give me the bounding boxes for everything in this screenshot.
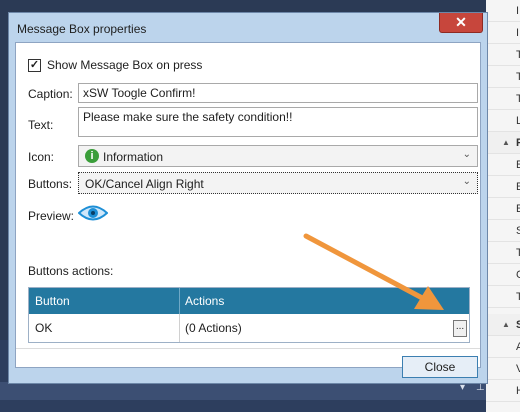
section-label: P xyxy=(516,137,520,149)
collapse-icon[interactable]: ▲ xyxy=(502,320,510,329)
column-divider xyxy=(179,288,180,314)
panel-tab-strip xyxy=(0,382,486,400)
property-label: T xyxy=(516,247,520,259)
property-row[interactable]: A xyxy=(486,336,520,358)
property-label: A xyxy=(516,341,520,353)
property-row[interactable]: E xyxy=(486,176,520,198)
text-input[interactable]: Please make sure the safety condition!! xyxy=(78,107,478,137)
property-row[interactable]: T xyxy=(486,242,520,264)
text-label: Text: xyxy=(28,118,54,132)
dialog-title: Message Box properties xyxy=(17,22,147,36)
chevron-down-icon: ⌄ xyxy=(462,176,471,187)
message-box-properties-dialog: Message Box properties ✕ ✓ Show Message … xyxy=(8,12,488,384)
icon-label: Icon: xyxy=(28,150,55,164)
buttons-actions-label: Buttons actions: xyxy=(28,264,114,278)
table-header: Button Actions xyxy=(29,288,469,314)
caption-label: Caption: xyxy=(28,87,73,101)
property-label: E xyxy=(516,159,520,171)
show-message-box-checkbox[interactable]: ✓ xyxy=(28,59,41,72)
column-header-actions[interactable]: Actions xyxy=(185,294,224,308)
property-label: T xyxy=(516,93,520,105)
preview-label: Preview: xyxy=(28,209,75,223)
title-bar[interactable]: Message Box properties ✕ xyxy=(9,13,487,43)
property-label: I xyxy=(516,27,520,39)
property-row[interactable]: T xyxy=(486,44,520,66)
section-label: S xyxy=(516,319,520,331)
buttons-label: Buttons: xyxy=(28,177,73,191)
property-label: S xyxy=(516,225,520,237)
column-header-button[interactable]: Button xyxy=(35,294,70,308)
show-message-box-label[interactable]: Show Message Box on press xyxy=(47,58,202,72)
property-label: T xyxy=(516,49,520,61)
dialog-content: ✓ Show Message Box on press Caption: xSW… xyxy=(15,42,481,378)
property-row[interactable]: C xyxy=(486,264,520,286)
information-icon: i xyxy=(85,149,99,163)
property-row[interactable]: S xyxy=(486,220,520,242)
property-label: V xyxy=(516,363,520,375)
icon-select[interactable]: i Information ⌄ xyxy=(78,145,478,167)
eye-icon[interactable] xyxy=(78,203,108,223)
property-label: E xyxy=(516,181,520,193)
property-row[interactable]: I xyxy=(486,22,520,44)
property-label: T xyxy=(516,291,520,303)
property-section[interactable]: ▲ S xyxy=(486,314,520,336)
icon-select-value: Information xyxy=(103,150,164,164)
property-label: E xyxy=(516,203,520,215)
edit-actions-button[interactable]: ... xyxy=(453,320,467,337)
property-label: I xyxy=(516,5,520,17)
buttons-select-value: OK/Cancel Align Right xyxy=(85,177,204,191)
row-button-cell: OK xyxy=(35,321,53,335)
property-row[interactable]: T xyxy=(486,286,520,308)
property-row[interactable]: E xyxy=(486,154,520,176)
close-button[interactable]: Close xyxy=(402,356,478,378)
property-label: T xyxy=(516,71,520,83)
property-label: L xyxy=(516,115,520,127)
property-row[interactable]: L xyxy=(486,110,520,132)
table-row[interactable]: OK (0 Actions) ... xyxy=(29,314,469,342)
close-window-button[interactable]: ✕ xyxy=(439,13,483,33)
property-row[interactable]: T xyxy=(486,88,520,110)
property-row[interactable]: I xyxy=(486,0,520,22)
property-section[interactable]: ▲ P xyxy=(486,132,520,154)
collapse-icon[interactable]: ▲ xyxy=(502,138,510,147)
column-divider xyxy=(179,314,180,342)
property-label: H xyxy=(516,385,520,397)
chevron-down-icon: ⌄ xyxy=(462,149,471,160)
property-label: C xyxy=(516,269,520,281)
property-row[interactable]: T xyxy=(486,66,520,88)
properties-panel-background: I I T T T L ▲ P E E E S T C T ▲ S A V H xyxy=(486,0,520,412)
property-row[interactable]: E xyxy=(486,198,520,220)
buttons-select[interactable]: OK/Cancel Align Right ⌄ xyxy=(78,172,478,194)
property-row[interactable]: H xyxy=(486,380,520,402)
button-actions-table: Button Actions OK (0 Actions) ... xyxy=(28,287,470,343)
row-actions-cell: (0 Actions) xyxy=(185,321,242,335)
property-row[interactable]: V xyxy=(486,358,520,380)
caption-input[interactable]: xSW Toogle Confirm! xyxy=(78,83,478,103)
footer-divider xyxy=(16,348,480,349)
